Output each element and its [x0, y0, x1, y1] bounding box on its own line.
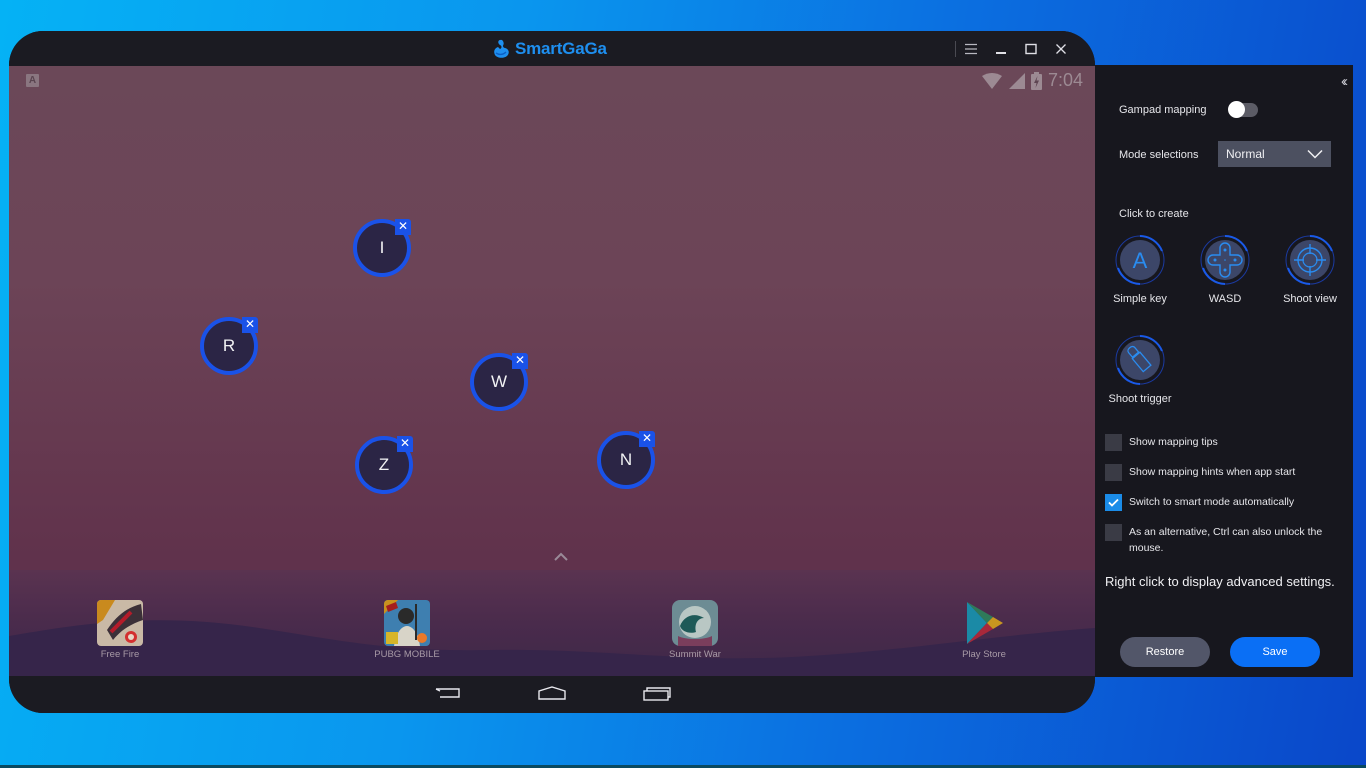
key-label: R	[222, 336, 236, 355]
back-icon[interactable]	[433, 685, 463, 703]
crosshair-icon	[1285, 235, 1335, 285]
battery-charging-icon	[1030, 71, 1042, 90]
simple-key-glyph: A	[1133, 248, 1148, 273]
maximize-icon	[1025, 43, 1037, 55]
notification-badge: A	[26, 74, 39, 87]
click-to-create-heading: Click to create	[1119, 208, 1189, 220]
create-simple-key-button[interactable]: A Simple key	[1104, 235, 1176, 305]
dpad-icon	[1200, 235, 1250, 285]
menu-button[interactable]	[959, 37, 983, 61]
checkbox-checked[interactable]	[1105, 494, 1122, 511]
tool-label: WASD	[1208, 293, 1242, 305]
app-label: Free Fire	[100, 649, 140, 660]
status-bar-right: 7:04	[981, 70, 1083, 91]
remove-mapping-icon[interactable]: ✕	[243, 317, 257, 331]
pubg-mobile-icon	[384, 600, 430, 646]
option-show-mapping-hints[interactable]: Show mapping hints when app start	[1105, 464, 1344, 481]
checkbox[interactable]	[1105, 524, 1122, 541]
app-brand: SmartGaGa	[491, 38, 607, 60]
mode-select-value: Normal	[1226, 147, 1265, 161]
create-shoot-trigger-button[interactable]: Shoot trigger	[1104, 335, 1176, 405]
android-nav-bar	[9, 676, 1095, 713]
clock: 7:04	[1047, 70, 1083, 90]
app-summit-war[interactable]: Summit War	[640, 600, 750, 660]
menu-icon	[965, 43, 977, 55]
app-play-store[interactable]: Play Store	[929, 600, 1039, 660]
app-title: SmartGaGa	[515, 39, 607, 58]
collapse-panel-icon[interactable]: ‹‹	[1341, 73, 1348, 90]
simple-key-icon: A	[1115, 235, 1165, 285]
option-show-mapping-tips[interactable]: Show mapping tips	[1105, 434, 1344, 451]
option-smart-mode-auto[interactable]: Switch to smart mode automatically	[1105, 494, 1344, 511]
app-label: Summit War	[669, 649, 721, 660]
option-label: Show mapping hints when app start	[1129, 466, 1296, 478]
app-drawer-chevron-up-icon[interactable]	[553, 552, 569, 562]
key-mapping-i[interactable]: I ✕	[353, 219, 411, 277]
summit-war-icon	[672, 600, 718, 646]
remove-mapping-icon[interactable]: ✕	[396, 219, 410, 233]
create-shoot-view-button[interactable]: Shoot view	[1274, 235, 1346, 305]
key-mapping-z[interactable]: Z ✕	[355, 436, 413, 494]
app-label: Play Store	[962, 649, 1006, 660]
option-label: Switch to smart mode automatically	[1129, 496, 1295, 508]
checkbox[interactable]	[1105, 434, 1122, 451]
mode-select[interactable]: Normal	[1218, 141, 1331, 167]
key-label: N	[619, 450, 633, 469]
swan-logo-icon	[494, 39, 509, 58]
key-label: Z	[378, 455, 390, 474]
minimize-icon	[996, 52, 1006, 54]
android-screen[interactable]: A 7:04 I ✕ R ✕ W ✕ Z ✕ N ✕ Free Fire PUB…	[9, 66, 1095, 676]
key-label: W	[490, 372, 508, 391]
remove-mapping-icon[interactable]: ✕	[640, 431, 654, 445]
app-label: PUBG MOBILE	[374, 649, 440, 660]
bullet-icon	[1115, 335, 1165, 385]
close-button[interactable]	[1049, 37, 1073, 61]
title-separator	[955, 41, 956, 57]
title-bar[interactable]: SmartGaGa	[9, 31, 1095, 66]
key-mapping-n[interactable]: N ✕	[597, 431, 655, 489]
gamepad-mapping-label: Gampad mapping	[1119, 104, 1207, 116]
advanced-settings-hint: Right click to display advanced settings…	[1105, 574, 1335, 589]
chevron-down-icon	[1307, 149, 1323, 159]
key-mapping-panel: ‹‹ Gampad mapping Mode selections Normal…	[1095, 65, 1353, 677]
wifi-icon	[981, 72, 1002, 89]
checkmark-icon	[1108, 498, 1119, 507]
remove-mapping-icon[interactable]: ✕	[513, 353, 527, 367]
option-label: As an alternative, Ctrl can also unlock …	[1129, 526, 1323, 554]
app-free-fire[interactable]: Free Fire	[65, 600, 175, 660]
tool-label: Shoot view	[1283, 293, 1337, 305]
home-icon[interactable]	[537, 685, 567, 703]
key-mapping-w[interactable]: W ✕	[470, 353, 528, 411]
gamepad-mapping-toggle[interactable]	[1228, 101, 1258, 118]
tool-label: Shoot trigger	[1108, 393, 1172, 405]
recents-icon[interactable]	[641, 685, 671, 703]
option-label: Show mapping tips	[1129, 436, 1218, 448]
save-button[interactable]: Save	[1230, 637, 1320, 667]
maximize-button[interactable]	[1019, 37, 1043, 61]
restore-button[interactable]: Restore	[1120, 637, 1210, 667]
mode-selections-label: Mode selections	[1119, 149, 1199, 161]
option-ctrl-unlock-mouse[interactable]: As an alternative, Ctrl can also unlock …	[1105, 524, 1344, 556]
play-store-icon	[967, 602, 1003, 644]
create-wasd-button[interactable]: WASD	[1189, 235, 1261, 305]
free-fire-icon	[97, 600, 143, 646]
minimize-button[interactable]	[989, 37, 1013, 61]
signal-icon	[1008, 72, 1025, 89]
toggle-knob	[1228, 101, 1245, 118]
remove-mapping-icon[interactable]: ✕	[398, 436, 412, 450]
app-pubg-mobile[interactable]: PUBG MOBILE	[352, 600, 462, 660]
emulator-window: SmartGaGa A 7:04 I ✕ R ✕ W ✕ Z ✕ N ✕ Fre…	[9, 31, 1095, 713]
tool-label: Simple key	[1113, 293, 1167, 305]
close-icon	[1056, 44, 1066, 54]
key-mapping-r[interactable]: R ✕	[200, 317, 258, 375]
home-dock: Free Fire PUBG MOBILE Summit War Play St…	[9, 570, 1095, 676]
checkbox[interactable]	[1105, 464, 1122, 481]
key-label: I	[379, 238, 385, 257]
